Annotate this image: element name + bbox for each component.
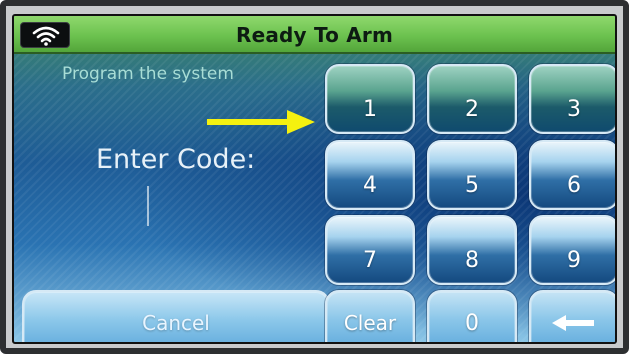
key-4[interactable]: 4 — [325, 140, 415, 210]
screen-title: Ready To Arm — [235, 23, 394, 47]
key-8[interactable]: 8 — [427, 215, 517, 285]
key-7[interactable]: 7 — [325, 215, 415, 285]
code-entry-cursor[interactable] — [147, 186, 149, 226]
backspace-arrow-icon — [552, 315, 594, 331]
key-6[interactable]: 6 — [529, 140, 615, 210]
key-2[interactable]: 2 — [427, 64, 517, 134]
key-3[interactable]: 3 — [529, 64, 615, 134]
keypad-panel-device: Ready To Arm Program the system Enter Co… — [0, 0, 629, 354]
touch-screen: Ready To Arm Program the system Enter Co… — [12, 14, 617, 344]
key-1[interactable]: 1 — [325, 64, 415, 134]
key-0[interactable]: 0 — [427, 290, 517, 342]
enter-code-label: Enter Code: — [96, 144, 256, 175]
yellow-pointer-arrow-icon — [207, 110, 315, 134]
key-9[interactable]: 9 — [529, 215, 615, 285]
clear-button[interactable]: Clear — [325, 290, 415, 342]
program-system-label: Program the system — [62, 64, 234, 84]
title-bar: Ready To Arm — [14, 16, 615, 54]
key-5[interactable]: 5 — [427, 140, 517, 210]
backspace-button[interactable] — [529, 290, 615, 342]
cancel-button[interactable]: Cancel — [22, 290, 330, 342]
